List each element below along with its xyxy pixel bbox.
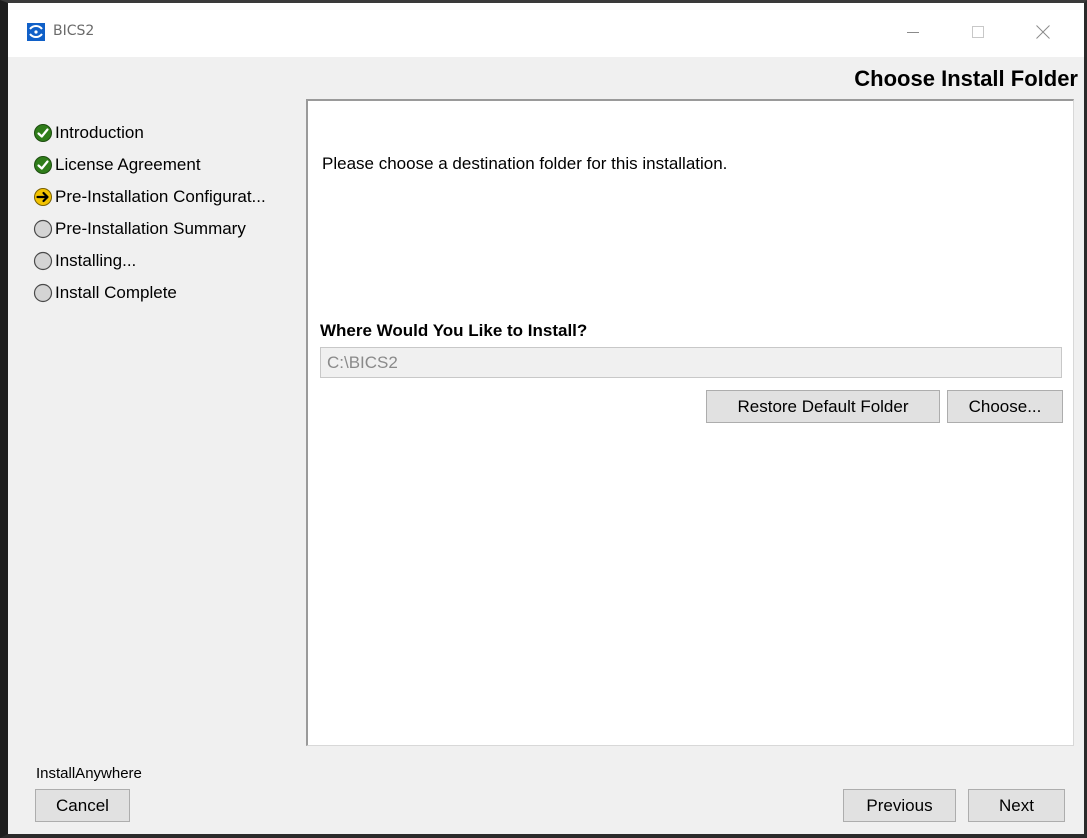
- install-path-field[interactable]: [320, 347, 1062, 378]
- close-icon: [1036, 25, 1050, 39]
- previous-button[interactable]: Previous: [843, 789, 956, 822]
- next-button[interactable]: Next: [968, 789, 1065, 822]
- empty-circle-icon: [33, 283, 53, 303]
- choose-folder-button[interactable]: Choose...: [947, 390, 1063, 423]
- cancel-button[interactable]: Cancel: [35, 789, 130, 822]
- empty-circle-icon: [33, 219, 53, 239]
- step-pre-installation-summary: Pre-Installation Summary: [33, 213, 308, 245]
- restore-default-folder-button[interactable]: Restore Default Folder: [706, 390, 940, 423]
- step-introduction: Introduction: [33, 117, 308, 149]
- step-install-complete: Install Complete: [33, 277, 308, 309]
- content-panel: Please choose a destination folder for t…: [306, 99, 1074, 746]
- maximize-button[interactable]: [955, 17, 1001, 47]
- step-label: Introduction: [55, 123, 144, 142]
- page-header: Choose Install Folder: [8, 57, 1084, 97]
- close-button[interactable]: [1020, 17, 1066, 47]
- vendor-label: InstallAnywhere: [36, 765, 142, 782]
- minimize-icon: [907, 32, 919, 33]
- window-title: BICS2: [53, 23, 95, 39]
- step-label: Pre-Installation Summary: [55, 219, 246, 238]
- check-circle-icon: [34, 156, 52, 174]
- installer-window: BICS2 Choose Install Folder Introduction…: [0, 0, 1087, 838]
- instruction-text: Please choose a destination folder for t…: [322, 154, 728, 173]
- empty-circle-icon: [33, 251, 53, 271]
- maximize-icon: [972, 26, 984, 38]
- step-installing: Installing...: [33, 245, 308, 277]
- step-label: Install Complete: [55, 283, 177, 302]
- step-label: Pre-Installation Configurat...: [55, 187, 266, 206]
- check-circle-icon: [34, 124, 52, 142]
- steps-list: Introduction License Agreement Pre-Insta…: [33, 117, 308, 309]
- step-license-agreement: License Agreement: [33, 149, 308, 181]
- step-pre-installation-configuration: Pre-Installation Configurat...: [33, 181, 308, 213]
- app-icon: [27, 23, 45, 41]
- page-title: Choose Install Folder: [854, 66, 1078, 91]
- minimize-button[interactable]: [890, 17, 936, 47]
- step-label: Installing...: [55, 251, 137, 270]
- install-location-label: Where Would You Like to Install?: [320, 321, 588, 340]
- step-label: License Agreement: [55, 155, 201, 174]
- title-bar: BICS2: [8, 3, 1084, 57]
- arrow-circle-icon: [34, 188, 52, 206]
